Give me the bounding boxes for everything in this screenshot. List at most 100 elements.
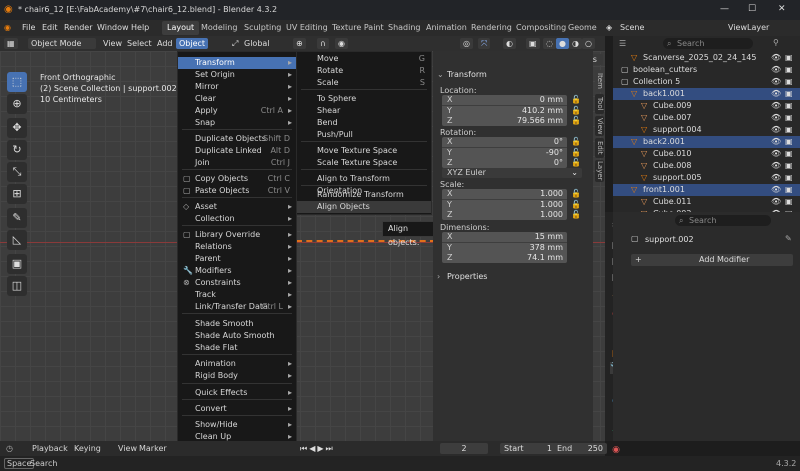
render-camera-icon[interactable]: ▣ <box>785 100 793 112</box>
object-menu-item-asset[interactable]: ◇ Asset ▸ <box>178 201 296 213</box>
object-menu-item-show-hide[interactable]: Show/Hide ▸ <box>178 419 296 431</box>
outliner-row[interactable]: ▽ Cube.008 👁 ▣ <box>613 160 800 172</box>
menu-edit[interactable]: Edit <box>42 23 58 32</box>
outliner-row[interactable]: ▽ Cube.007 👁 ▣ <box>613 112 800 124</box>
rotation-y-field[interactable]: Y -90° <box>442 147 567 159</box>
clock-icon[interactable]: ◷ <box>6 444 13 453</box>
wireframe-shading-icon[interactable]: ◌ <box>543 38 556 49</box>
solid-shading-icon[interactable]: ● <box>556 38 569 49</box>
dimensions-z-field[interactable]: Z 74.1 mm <box>442 253 567 263</box>
object-menu-item-apply[interactable]: Apply Ctrl A ▸ <box>178 105 296 117</box>
outliner-row[interactable]: ▽ back2.001 👁 ▣ <box>613 136 800 148</box>
outliner-row[interactable]: ▽ support.004 👁 ▣ <box>613 124 800 136</box>
object-menu-item-shade-flat[interactable]: Shade Flat <box>178 342 296 354</box>
outliner-row[interactable]: ▽ front1.001 👁 ▣ <box>613 184 800 196</box>
object-menu-item-paste-objects[interactable]: ▢ Paste Objects Ctrl V <box>178 185 296 197</box>
minimize-button[interactable]: — <box>720 4 729 14</box>
outliner-row[interactable]: ▽ Scanverse_2025_02_24_145 👁 ▣ <box>613 52 800 64</box>
material-shading-icon[interactable]: ◑ <box>569 38 582 49</box>
object-menu-item-quick-effects[interactable]: Quick Effects ▸ <box>178 387 296 399</box>
lock-icon[interactable]: 🔓 <box>571 189 581 198</box>
tab-tool[interactable]: Tool <box>595 94 604 114</box>
visibility-eye-icon[interactable]: 👁 <box>771 172 781 184</box>
lock-icon[interactable]: 🔓 <box>571 148 581 157</box>
transform-menu-item-move-texture-space[interactable]: Move Texture Space <box>297 145 431 157</box>
lock-icon[interactable]: 🔓 <box>571 137 581 146</box>
material-properties-icon[interactable]: ◉ <box>610 444 622 456</box>
visibility-eye-icon[interactable]: 👁 <box>771 184 781 196</box>
transform-menu-item-randomize-transform[interactable]: Randomize Transform <box>297 189 431 201</box>
transform-menu-item-bend[interactable]: Bend <box>297 117 431 129</box>
object-menu-item-clear[interactable]: Clear ▸ <box>178 93 296 105</box>
lock-icon[interactable]: 🔓 <box>571 158 581 167</box>
render-camera-icon[interactable]: ▣ <box>785 172 793 184</box>
visibility-eye-icon[interactable]: 👁 <box>771 88 781 100</box>
workspace-tab-texture-paint[interactable]: Texture Paint <box>327 21 389 35</box>
properties-search-input[interactable]: ⌕ Search <box>675 215 771 226</box>
transform-orientation-selector[interactable]: Global <box>244 39 270 48</box>
outliner-editor-icon[interactable]: ☰ <box>619 39 626 48</box>
lock-icon[interactable]: 🔓 <box>571 210 581 219</box>
visibility-eye-icon[interactable]: 👁 <box>771 52 781 64</box>
render-camera-icon[interactable]: ▣ <box>785 112 793 124</box>
visibility-eye-icon[interactable]: 👁 <box>771 76 781 88</box>
pivot-icon[interactable]: ⊕ <box>293 38 306 49</box>
workspace-tab-modeling[interactable]: Modeling <box>196 21 242 35</box>
object-menu-item-copy-objects[interactable]: ▢ Copy Objects Ctrl C <box>178 173 296 185</box>
tab-item[interactable]: Item <box>595 70 604 92</box>
dimensions-y-field[interactable]: Y 378 mm <box>442 242 567 254</box>
object-menu-item-library-override[interactable]: ▢ Library Override ▸ <box>178 229 296 241</box>
current-frame-field[interactable]: 2 <box>440 443 488 454</box>
mode-selector[interactable]: Object Mode <box>28 38 96 49</box>
scale-y-field[interactable]: Y 1.000 <box>442 199 567 211</box>
timeline-menu-keying[interactable]: Keying <box>74 444 101 453</box>
render-camera-icon[interactable]: ▣ <box>785 184 793 196</box>
timeline-menu-view[interactable]: View <box>118 444 137 453</box>
outliner-search-input[interactable]: ⌕ Search <box>663 38 753 49</box>
xray-icon[interactable]: ▣ <box>526 38 540 49</box>
object-menu-item-snap[interactable]: Snap ▸ <box>178 117 296 129</box>
object-menu-item-transform[interactable]: Transform ▸ <box>178 57 296 69</box>
workspace-tab-geometry[interactable]: Geome <box>563 21 602 35</box>
object-menu-item-shade-smooth[interactable]: Shade Smooth <box>178 318 296 330</box>
viewport-menu-select[interactable]: Select <box>127 39 152 48</box>
viewport-menu-object[interactable]: Object <box>176 38 209 49</box>
outliner-row[interactable]: ▽ back1.001 👁 ▣ <box>613 88 800 100</box>
outliner-row[interactable]: ▽ Cube.009 👁 ▣ <box>613 100 800 112</box>
transform-menu-item-align-objects[interactable]: Align Objects <box>297 201 431 213</box>
object-menu-item-set-origin[interactable]: Set Origin ▸ <box>178 69 296 81</box>
scale-x-field[interactable]: X 1.000 <box>442 189 567 200</box>
pin-icon[interactable]: ✎ <box>785 234 792 243</box>
location-x-field[interactable]: X 0 mm <box>442 95 567 106</box>
object-menu-item-parent[interactable]: Parent ▸ <box>178 253 296 265</box>
transform-tool-icon[interactable]: ⊞ <box>7 184 27 204</box>
transform-collapse-icon[interactable]: ⌄ <box>437 70 444 79</box>
timeline-menu-playback[interactable]: Playback <box>32 444 68 453</box>
workspace-tab-shading[interactable]: Shading <box>383 21 426 35</box>
viewlayer-selector[interactable]: ViewLayer <box>728 23 769 32</box>
object-menu-item-track[interactable]: Track ▸ <box>178 289 296 301</box>
menu-window[interactable]: Window <box>97 23 129 32</box>
blender-menu-icon[interactable]: ◉ <box>4 23 11 32</box>
outliner-row[interactable]: ▽ support.005 👁 ▣ <box>613 172 800 184</box>
workspace-tab-animation[interactable]: Animation <box>421 21 472 35</box>
add-modifier-button[interactable]: + Add Modifier <box>631 254 793 266</box>
lock-icon[interactable]: 🔓 <box>571 95 581 104</box>
object-menu-item-join[interactable]: Join Ctrl J <box>178 157 296 169</box>
outliner-row[interactable]: ▽ Cube.010 👁 ▣ <box>613 148 800 160</box>
overlays-icon[interactable]: ◐ <box>503 38 516 49</box>
add-cube-tool-icon[interactable]: ▣ <box>7 254 27 274</box>
rotation-x-field[interactable]: X 0° <box>442 137 567 148</box>
add-object-tool-icon[interactable]: ◫ <box>7 276 27 296</box>
object-menu-item-relations[interactable]: Relations ▸ <box>178 241 296 253</box>
close-button[interactable]: ✕ <box>778 4 786 14</box>
rotation-mode-dropdown[interactable]: XYZ Euler ⌄ <box>442 168 582 178</box>
rendered-shading-icon[interactable]: ○ <box>582 38 595 49</box>
visibility-eye-icon[interactable]: 👁 <box>771 112 781 124</box>
visibility-eye-icon[interactable]: 👁 <box>771 196 781 208</box>
visibility-eye-icon[interactable]: 👁 <box>771 64 781 76</box>
rotation-z-field[interactable]: Z 0° <box>442 158 567 168</box>
start-frame-field[interactable]: Start 1 <box>500 443 556 454</box>
transform-menu-item-scale-texture-space[interactable]: Scale Texture Space <box>297 157 431 169</box>
object-menu-item-constraints[interactable]: ⊗ Constraints ▸ <box>178 277 296 289</box>
